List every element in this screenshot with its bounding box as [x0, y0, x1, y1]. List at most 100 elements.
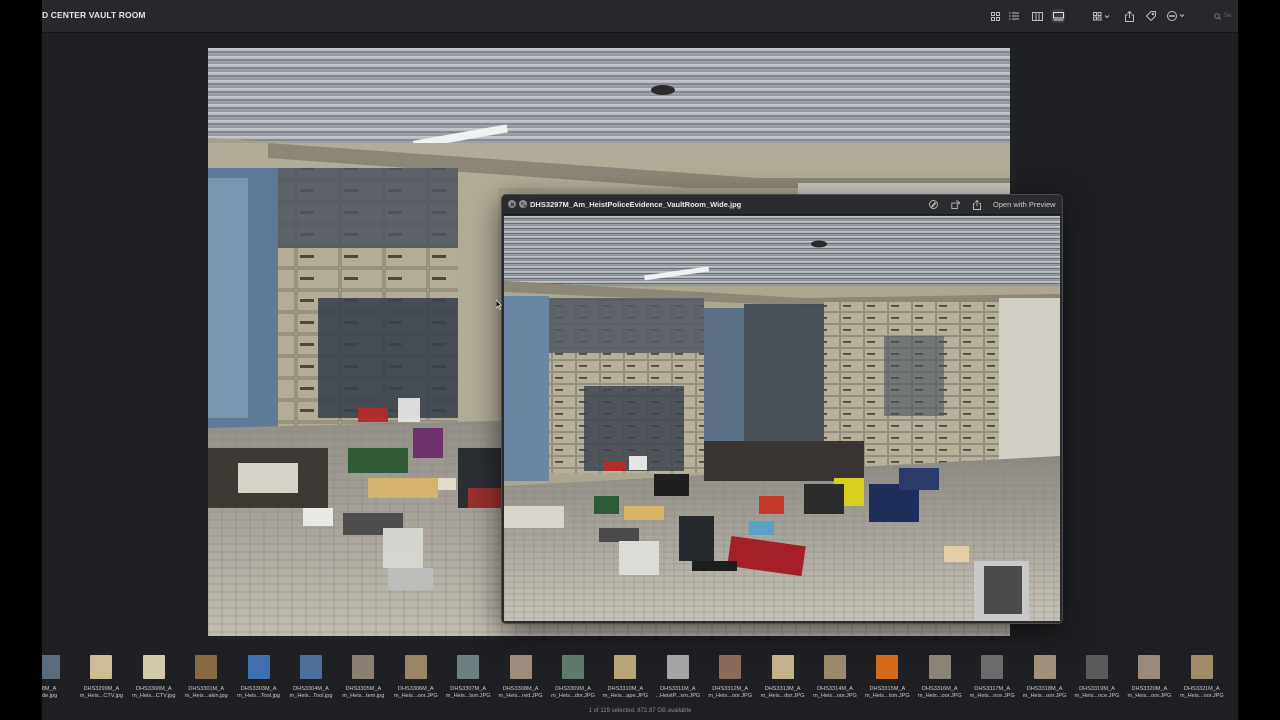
- thumbnail-caption-line2: m_Heis...tem.jpg: [342, 693, 385, 699]
- markup-icon: [929, 200, 938, 209]
- thumbnail-image: [247, 655, 270, 679]
- thumbnail-caption: DHS3316M_A m_Heis...oor.JPG: [914, 686, 966, 700]
- filmstrip-thumbnail[interactable]: DHS3314M_A m_Heis...oor.JPG: [809, 650, 861, 700]
- group-icon[interactable]: [1092, 9, 1112, 23]
- thumbnail-caption: DHS3307M_A m_Heis...lsm.JPG: [442, 686, 494, 700]
- thumbnail-caption-line1: DHS3305M_A: [345, 686, 382, 692]
- filmstrip-thumbnail[interactable]: DHS3317M_A m_Heis...nce.JPG: [966, 650, 1018, 700]
- thumbnail-caption: DHS3315M_A m_Heis...lsm.JPG: [861, 686, 913, 700]
- filmstrip-thumbnail[interactable]: DHS3308M_A m_Heis...red.JPG: [495, 650, 547, 700]
- thumbnail-image: [981, 655, 1004, 679]
- thumbnail-caption-line2: m_Heis...oor.JPG: [1179, 693, 1224, 699]
- thumbnail-caption-line1: DHS3301M_A: [188, 686, 225, 692]
- thumbnail-caption-line2: m_Heis...ape.JPG: [602, 693, 649, 699]
- share-button[interactable]: [971, 199, 982, 210]
- filmstrip-thumbnail[interactable]: DHSm_H: [1228, 650, 1238, 700]
- thumbnail-caption: DHS3313M_A m_Heis...dor.JPG: [757, 686, 809, 700]
- filmstrip-thumbnail[interactable]: DHS3315M_A m_Heis...lsm.JPG: [861, 650, 913, 700]
- thumbnail-caption-line2: m_Heis...oor.JPG: [1127, 693, 1172, 699]
- thumbnail-caption-line2: m_Heis...oor.JPG: [917, 693, 962, 699]
- filmstrip-thumbnail[interactable]: DHS3300M_A m_Heis...CTV.jpg: [128, 650, 180, 700]
- thumbnail-image: [719, 655, 742, 679]
- thumbnail-caption-line2: m_Heis...nce.JPG: [1074, 693, 1120, 699]
- quicklook-image: [504, 216, 1060, 621]
- thumbnail-caption-line1: DHS3308M_A: [502, 686, 539, 692]
- open-with-preview-button[interactable]: Open with Preview: [993, 200, 1056, 209]
- filmstrip-thumbnail[interactable]: DHS3319M_A m_Heis...nce.JPG: [1071, 650, 1123, 700]
- thumbnail-image: [1086, 655, 1108, 679]
- thumbnail-image: [771, 655, 794, 679]
- filmstrip-thumbnail[interactable]: DHS3306M_A m_Heis...oor.JPG: [390, 650, 442, 700]
- thumbnail-image: [90, 655, 113, 679]
- thumbnail-caption: DHS3319M_A m_Heis...nce.JPG: [1071, 686, 1123, 700]
- filmstrip-thumbnail[interactable]: DHS3299M_A m_Heis...CTV.jpg: [75, 650, 127, 700]
- thumbnail-caption: DHS3303M_A m_Heis...Tool.jpg: [233, 686, 285, 700]
- markup-button[interactable]: [928, 199, 939, 210]
- grid-view-icon[interactable]: [988, 9, 1002, 23]
- thumbnail-caption-line1: DHS3303M_A: [240, 686, 277, 692]
- thumbnail-caption: DHS3305M_A m_Heis...tem.jpg: [337, 686, 389, 700]
- search-icon: [1214, 12, 1221, 20]
- thumbnail-image: [509, 655, 532, 679]
- filmstrip-thumbnail[interactable]: DHS3311M_A ...HeistP...sm.JPG: [652, 650, 704, 700]
- thumbnail-caption-line1: DHS3318M_A: [1026, 686, 1063, 692]
- thumbnail-image: [457, 655, 480, 679]
- fullscreen-button[interactable]: [519, 200, 527, 208]
- filmstrip-thumbnail[interactable]: DHS3321M_A m_Heis...oor.JPG: [1176, 650, 1228, 700]
- thumbnail-caption: DHS3308M_A m_Heis...red.JPG: [495, 686, 547, 700]
- thumbnail-caption-line2: ide.jpg: [42, 693, 58, 699]
- thumbnail-caption-line2: m_Heis...akin.jpg: [184, 693, 228, 699]
- thumbnail-caption-line2: m_Heis...Tool.jpg: [237, 693, 281, 699]
- thumbnail-caption-line2: m_Heis...red.JPG: [498, 693, 543, 699]
- mouse-cursor-icon: [495, 297, 503, 310]
- filmstrip-thumbnail[interactable]: DHS3318M_A m_Heis...oor.JPG: [1019, 650, 1071, 700]
- filmstrip-thumbnail[interactable]: DHS3303M_A m_Heis...Tool.jpg: [233, 650, 285, 700]
- thumbnail-caption-line1: DHS3299M_A: [83, 686, 120, 692]
- filmstrip-thumbnail[interactable]: DHS3313M_A m_Heis...dor.JPG: [757, 650, 809, 700]
- filmstrip-thumbnail[interactable]: DHS3312M_A m_Heis...oor.JPG: [704, 650, 756, 700]
- thumbnail-caption-line1: DHS3312M_A: [712, 686, 749, 692]
- thumbnail-caption-line2: m_Heis...Tool.jpg: [289, 693, 333, 699]
- tag-icon[interactable]: [1144, 9, 1158, 23]
- thumbnail-caption: DHS3304M_A m_Heis...Tool.jpg: [285, 686, 337, 700]
- close-button[interactable]: [508, 200, 516, 208]
- close-icon: [509, 201, 515, 207]
- filmstrip-thumbnail[interactable]: DHS3304M_A m_Heis...Tool.jpg: [285, 650, 337, 700]
- thumbnail-caption-line1: DHS3313M_A: [764, 686, 801, 692]
- thumbnail-caption: DHS3300M_A m_Heis...CTV.jpg: [128, 686, 180, 700]
- quicklook-filename: DHS3297M_Am_HeistPoliceEvidence_VaultRoo…: [530, 200, 742, 209]
- filmstrip-thumbnail[interactable]: DHS3316M_A m_Heis...oor.JPG: [914, 650, 966, 700]
- thumbnail-caption: DHS3320M_A m_Heis...oor.JPG: [1123, 686, 1175, 700]
- filmstrip-thumbnail[interactable]: 8M_A ide.jpg: [42, 650, 75, 700]
- thumbnail-caption-line2: m_Heis...dor.JPG: [760, 693, 805, 699]
- filmstrip-thumbnail[interactable]: DHS3307M_A m_Heis...lsm.JPG: [442, 650, 494, 700]
- filmstrip-thumbnail[interactable]: DHS3301M_A m_Heis...akin.jpg: [180, 650, 232, 700]
- thumbnail-caption: 8M_A ide.jpg: [42, 686, 75, 700]
- thumbnail-caption-line1: DHS3321M_A: [1183, 686, 1220, 692]
- thumbnail-caption-line1: DHS3306M_A: [397, 686, 434, 692]
- thumbnail-caption-line2: m_Heis...lsm.JPG: [445, 693, 491, 699]
- gallery-view-icon[interactable]: [1051, 9, 1065, 23]
- thumbnail-caption: DHS3312M_A m_Heis...oor.JPG: [704, 686, 756, 700]
- thumbnail-caption: DHS3314M_A m_Heis...oor.JPG: [809, 686, 861, 700]
- rotate-icon: [951, 200, 960, 209]
- filmstrip-thumbnail[interactable]: DHS3305M_A m_Heis...tem.jpg: [337, 650, 389, 700]
- thumbnail-image: [1033, 655, 1056, 679]
- thumbnail-caption-line1: DHS3320M_A: [1131, 686, 1168, 692]
- thumbnail-caption-line1: DHS3317M_A: [974, 686, 1011, 692]
- columns-view-icon[interactable]: [1030, 9, 1044, 23]
- thumbnail-image: [142, 655, 165, 679]
- status-bar: 1 of 119 selected, 872.87 GB available: [588, 708, 692, 714]
- thumbnail-caption-line1: DHS: [1228, 686, 1238, 693]
- rotate-button[interactable]: [950, 199, 961, 210]
- more-icon[interactable]: [1166, 9, 1188, 23]
- thumbnail-caption-line1: DHS3300M_A: [135, 686, 172, 692]
- search-field[interactable]: Se: [1214, 9, 1238, 23]
- filmstrip-thumbnail[interactable]: DHS3309M_A m_Heis...dor.JPG: [547, 650, 599, 700]
- list-view-icon[interactable]: [1007, 9, 1021, 23]
- thumbnail-caption-line2: m_Heis...oor.JPG: [393, 693, 438, 699]
- filmstrip-thumbnail[interactable]: DHS3320M_A m_Heis...oor.JPG: [1123, 650, 1175, 700]
- share-icon[interactable]: [1122, 9, 1136, 23]
- thumbnail-image: [352, 655, 375, 679]
- filmstrip-thumbnail[interactable]: DHS3310M_A m_Heis...ape.JPG: [599, 650, 651, 700]
